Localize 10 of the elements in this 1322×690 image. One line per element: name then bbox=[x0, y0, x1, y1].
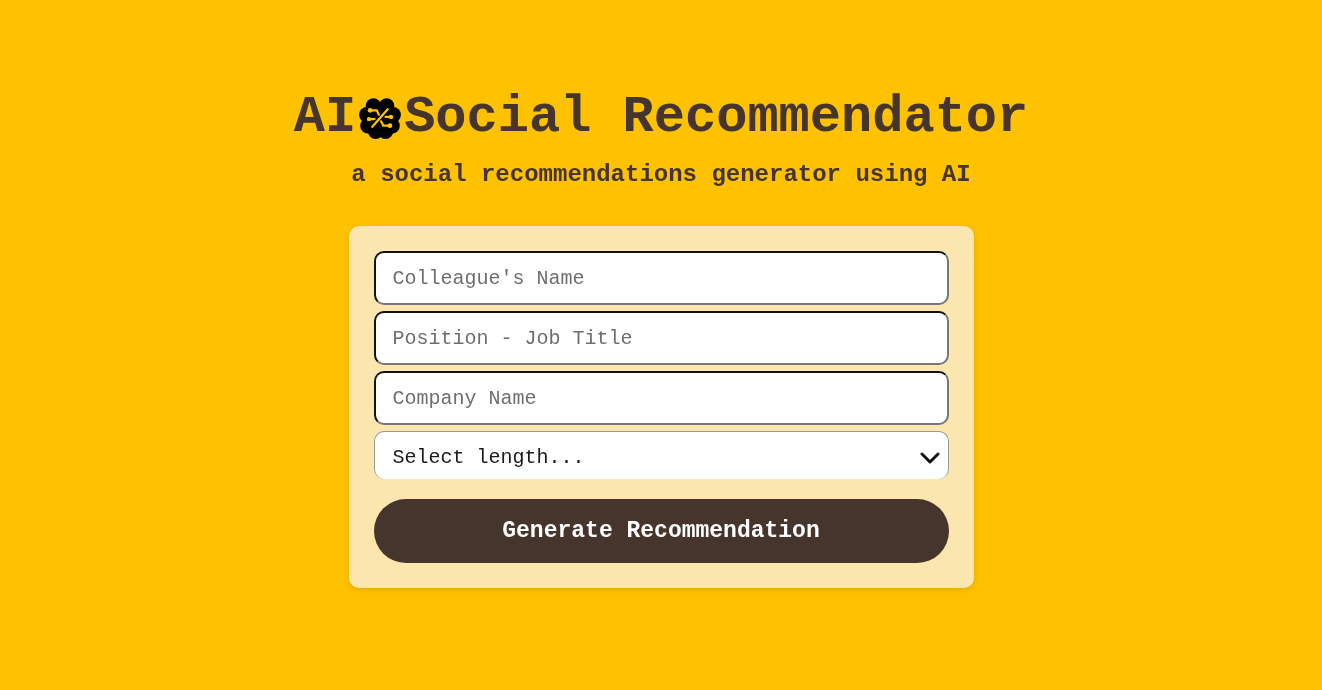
brain-icon bbox=[358, 96, 403, 140]
text-input[interactable]: Colleague's Name bbox=[373, 251, 949, 305]
length-select[interactable]: Select length... bbox=[373, 431, 949, 479]
title-text: Social Recommendator bbox=[404, 87, 1029, 149]
chevron-down-icon bbox=[919, 451, 940, 464]
subtitle: a social recommendations generator using AI bbox=[351, 160, 971, 190]
text-input[interactable]: Company Name bbox=[373, 371, 949, 425]
generate-button[interactable]: Generate Recommendation bbox=[373, 499, 949, 563]
title-text: AI bbox=[293, 87, 357, 149]
text-input[interactable]: Position - Job Title bbox=[373, 311, 949, 365]
